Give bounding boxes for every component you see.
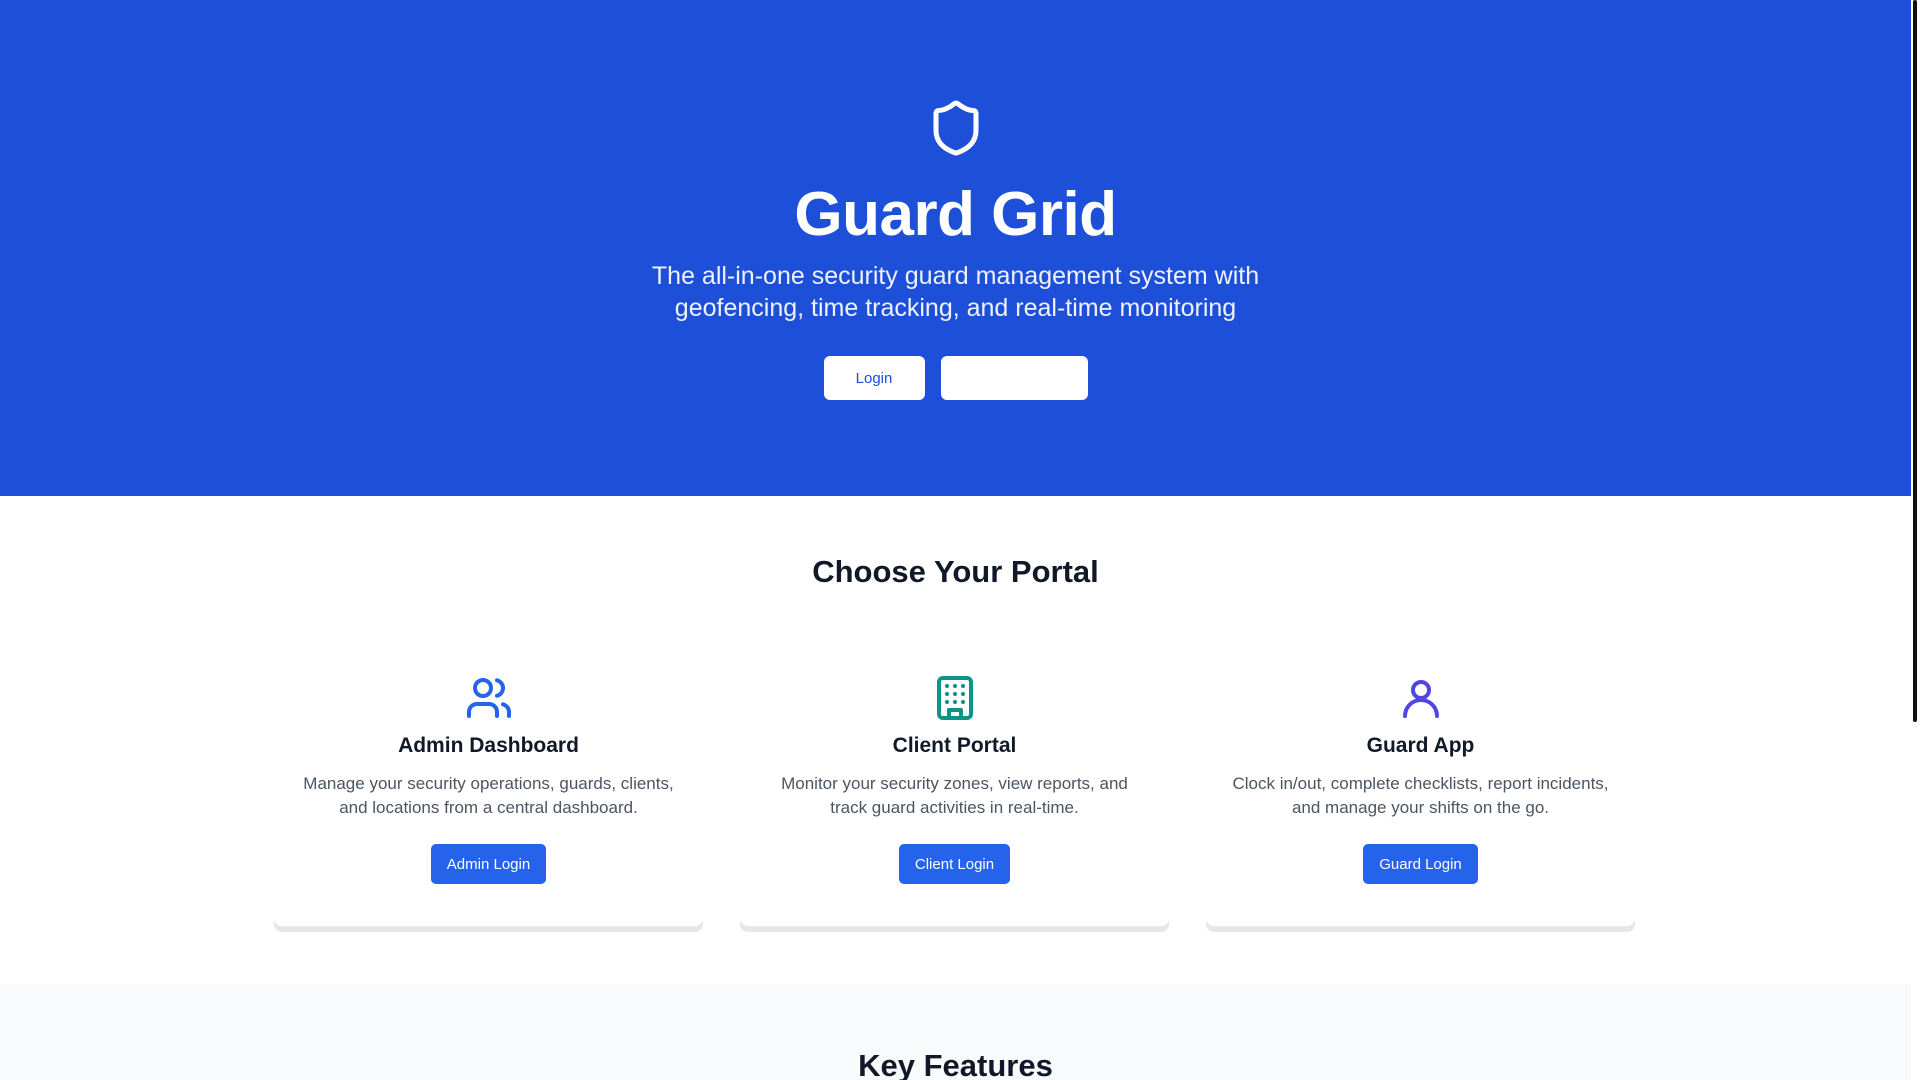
admin-portal-card: Admin Dashboard Manage your security ope… [274, 636, 703, 926]
card-title: Admin Dashboard [398, 734, 579, 757]
scrollbar-thumb[interactable] [1913, 0, 1917, 722]
portals-heading: Choose Your Portal [812, 554, 1099, 589]
card-description: Monitor your security zones, view report… [781, 774, 1128, 817]
login-button[interactable]: Login [823, 356, 925, 401]
page-scrollbar[interactable] [1911, 0, 1920, 1080]
card-title: Client Portal [892, 734, 1017, 757]
portals-section: Choose Your Portal Admin Dashboard Manag… [0, 496, 1911, 984]
features-section: Key Features [0, 984, 1911, 1080]
hero-section: Guard Grid The all-in-one security guard… [0, 0, 1911, 496]
client-login-button[interactable]: Client Login [898, 844, 1011, 884]
hero-actions: Login [823, 356, 1088, 401]
hero-subtitle: The all-in-one security guard management… [651, 262, 1260, 323]
shield-icon [933, 100, 978, 156]
user-icon [1402, 680, 1439, 718]
card-description: Manage your security operations, guards,… [303, 774, 674, 817]
secondary-hero-button[interactable] [940, 356, 1088, 401]
guard-portal-card: Guard App Clock in/out, complete checkli… [1206, 636, 1635, 926]
card-description: Clock in/out, complete checklists, repor… [1232, 774, 1609, 817]
page-title: Guard Grid [794, 180, 1117, 249]
landing-page: Guard Grid The all-in-one security guard… [0, 0, 1911, 1080]
users-icon [466, 678, 511, 718]
card-title: Guard App [1366, 734, 1475, 757]
building-icon [936, 676, 973, 720]
portal-cards: Admin Dashboard Manage your security ope… [274, 636, 1635, 926]
admin-login-button[interactable]: Admin Login [430, 844, 547, 884]
client-portal-card: Client Portal Monitor your security zone… [740, 636, 1169, 926]
guard-login-button[interactable]: Guard Login [1363, 844, 1478, 884]
features-heading: Key Features [858, 1048, 1053, 1080]
